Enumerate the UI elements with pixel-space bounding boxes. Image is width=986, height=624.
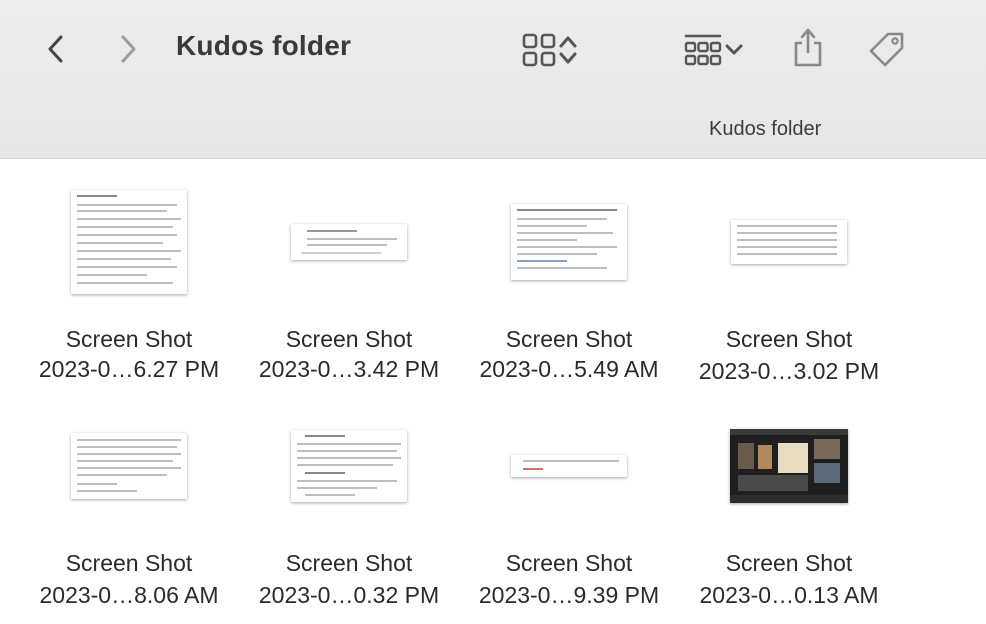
- finder-toolbar: Kudos folder Kudos folder: [0, 0, 986, 159]
- forward-button[interactable]: [112, 32, 144, 66]
- path-bar-label: Kudos folder: [709, 118, 822, 140]
- file-thumbnail: [511, 455, 627, 477]
- back-button[interactable]: [40, 32, 72, 66]
- file-thumbnail: [71, 190, 187, 294]
- file-name-line1: Screen Shot: [65, 550, 193, 576]
- file-thumbnail: [731, 220, 847, 264]
- file-name-line1: Screen Shot: [725, 550, 853, 576]
- file-name-line2: 2023-0…0.32 PM: [258, 582, 440, 608]
- grid-view-icon: [522, 33, 556, 67]
- tag-icon: [869, 32, 904, 67]
- file-name-line2: 2023-0…3.42 PM: [258, 356, 440, 382]
- chevron-left-icon: [48, 35, 63, 63]
- file-thumbnail: [291, 224, 407, 260]
- file-name-line1: Screen Shot: [505, 326, 633, 352]
- view-mode-button[interactable]: [512, 30, 588, 70]
- file-name-line2: 2023-0…0.13 AM: [699, 582, 879, 608]
- file-thumbnail: [71, 433, 187, 499]
- tag-button[interactable]: [864, 28, 910, 72]
- file-name-line1: Screen Shot: [505, 550, 633, 576]
- file-icon-grid: Screen Shot 2023-0…6.27 PM Screen Shot 2…: [0, 158, 986, 624]
- file-thumbnail: [730, 429, 848, 503]
- file-name-line2: 2023-0…9.39 PM: [478, 582, 660, 608]
- file-name-line2: 2023-0…5.49 AM: [479, 356, 659, 382]
- file-name-line2: 2023-0…6.27 PM: [38, 356, 220, 382]
- group-by-button[interactable]: [676, 30, 752, 70]
- file-name-line1: Screen Shot: [285, 550, 413, 576]
- file-name-line1: Screen Shot: [285, 326, 413, 352]
- file-thumbnail: [511, 204, 627, 280]
- file-name-line1: Screen Shot: [65, 326, 193, 352]
- share-icon: [794, 28, 822, 67]
- chevron-down-icon: [725, 44, 743, 55]
- file-name-line2: 2023-0…8.06 AM: [39, 582, 219, 608]
- file-name-line2: 2023-0…3.02 PM: [698, 358, 880, 384]
- file-thumbnail: [291, 430, 407, 502]
- chevron-right-icon: [121, 35, 136, 63]
- group-by-icon: [684, 34, 722, 66]
- up-down-chevron-icon: [559, 36, 577, 64]
- window-title: Kudos folder: [176, 30, 352, 61]
- file-name-line1: Screen Shot: [725, 326, 853, 352]
- share-button[interactable]: [788, 26, 828, 70]
